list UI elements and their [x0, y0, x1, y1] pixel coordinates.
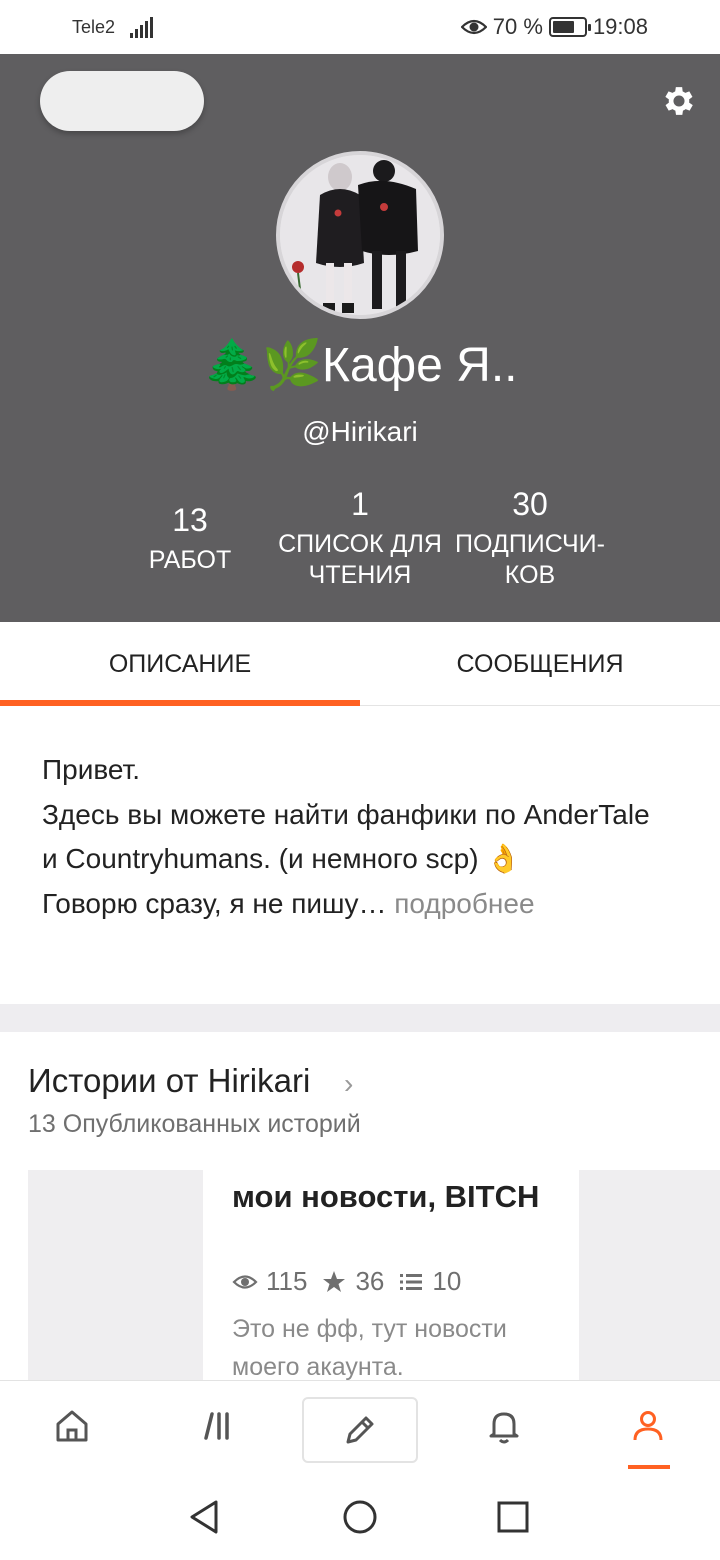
description-line-2: Здесь вы можете найти фанфики по AnderTa…	[42, 798, 650, 875]
tab-messages[interactable]: СООБЩЕНИЯ	[360, 622, 720, 706]
username: @Hirikari	[302, 416, 418, 447]
story-views: 115	[266, 1266, 308, 1296]
system-navigation	[0, 1474, 720, 1560]
chevron-right-icon[interactable]: ›	[344, 1068, 353, 1100]
profile-description: Привет. Здесь вы можете найти фанфики по…	[42, 748, 662, 926]
stat-followers-label: ПОДПИСЧИ- КОВ	[455, 530, 605, 589]
stories-section-title[interactable]: Истории от Hirikari	[28, 1062, 310, 1100]
star-icon	[323, 1270, 346, 1292]
section-divider	[0, 1004, 720, 1032]
battery-icon	[548, 17, 591, 37]
library-icon[interactable]	[188, 1395, 248, 1457]
story-stats: 115 36 10	[232, 1266, 461, 1297]
display-name: 🌲🌿Кафе Я..	[202, 339, 518, 392]
eye-icon	[232, 1274, 258, 1289]
story-votes: 36	[355, 1266, 385, 1296]
story-cover[interactable]	[28, 1170, 203, 1390]
avatar-image	[280, 155, 440, 315]
home-icon[interactable]	[42, 1395, 102, 1457]
home-button-icon[interactable]	[341, 1498, 379, 1536]
status-bar: Tele2 70 % 19:08	[0, 0, 720, 54]
pencil-icon	[346, 1416, 374, 1444]
story-title[interactable]: мои новости, BITCH	[232, 1176, 562, 1218]
recents-icon[interactable]	[494, 1498, 532, 1536]
stat-followers[interactable]: 30 ПОДПИСЧИ- КОВ	[430, 486, 630, 591]
eye-icon	[460, 19, 487, 35]
clock: 19:08	[592, 14, 648, 39]
notifications-icon[interactable]	[474, 1395, 534, 1457]
active-tab-indicator	[628, 1465, 670, 1469]
description-truncated: Говорю сразу, я не пишу…	[42, 887, 387, 919]
back-icon[interactable]	[186, 1498, 224, 1536]
battery-percent: 70 %	[492, 14, 543, 39]
profile-tabs: ОПИСАНИЕ СООБЩЕНИЯ	[0, 622, 720, 706]
list-icon	[400, 1273, 423, 1290]
stat-followers-value: 30	[512, 486, 548, 522]
tab-description[interactable]: ОПИСАНИЕ	[0, 622, 360, 706]
carrier-label: Tele2	[72, 17, 116, 37]
description-line-3: Говорю сразу, я не пишу… подробнее	[42, 882, 662, 927]
avatar[interactable]	[276, 151, 444, 319]
header-pill-button[interactable]	[40, 71, 204, 131]
story-description: Это не фф, тут новости моего акаунта.	[232, 1315, 507, 1381]
signal-icon	[130, 16, 154, 38]
description-line-1: Привет.	[42, 754, 141, 785]
status-right: 70 % 19:08	[460, 14, 648, 40]
write-button[interactable]	[302, 1397, 418, 1463]
battery-fill	[552, 21, 574, 33]
next-story-cover[interactable]	[579, 1170, 720, 1390]
read-more-link[interactable]: подробнее	[394, 888, 534, 919]
stories-count: 13 Опубликованных историй	[28, 1110, 361, 1138]
profile-header: 🌲🌿Кафе Я.. @Hirikari 13 РАБОТ 1 СПИСОК Д…	[0, 54, 720, 622]
gear-icon[interactable]	[660, 82, 698, 120]
story-parts: 10	[432, 1266, 462, 1296]
bottom-navigation	[0, 1380, 720, 1474]
profile-icon[interactable]	[618, 1395, 678, 1457]
